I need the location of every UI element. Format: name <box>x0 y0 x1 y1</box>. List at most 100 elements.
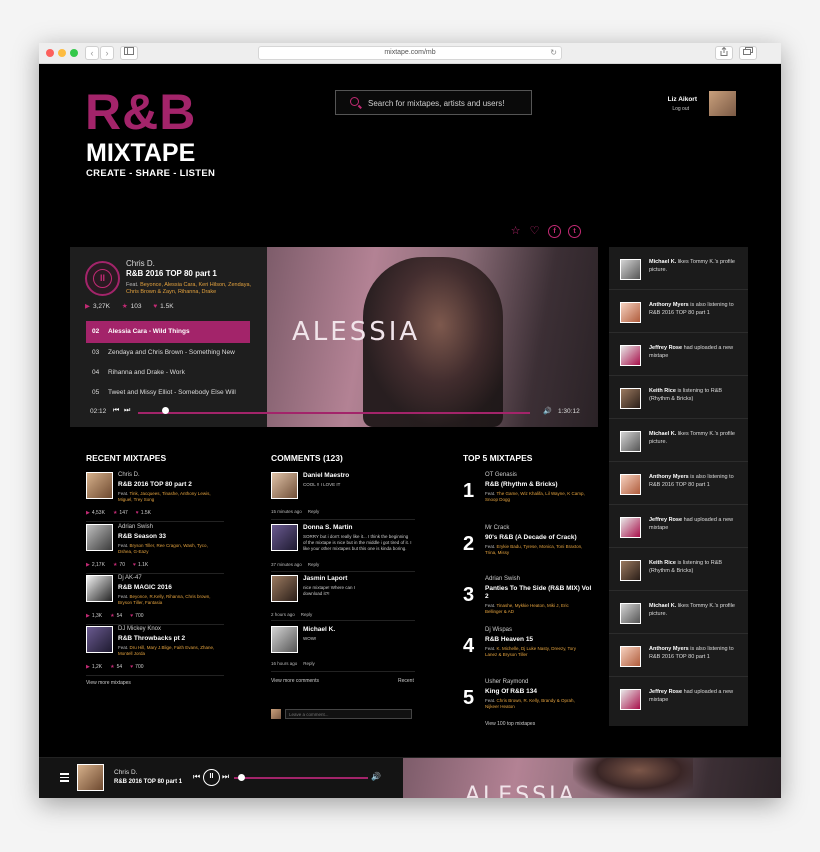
avatar[interactable] <box>620 345 641 366</box>
player-artist[interactable]: Chris D. <box>126 259 155 268</box>
previous-icon[interactable]: ⏮ <box>193 772 200 782</box>
mixtape-title[interactable]: R&B Throwbacks pt 2 <box>118 635 185 642</box>
activity-item[interactable]: Anthony Myers is also listening to R&B 2… <box>609 634 748 677</box>
mixtape-title[interactable]: R&B (Rhythm & Bricks) <box>485 481 593 489</box>
comment-author[interactable]: Donna S. Martin <box>303 524 352 531</box>
menu-icon[interactable] <box>60 773 69 782</box>
tabs-button[interactable] <box>739 46 757 60</box>
mixtape-card[interactable]: Dj AK-47 R&B MAGIC 2016 Feat. Beyonce, R… <box>86 575 224 625</box>
track-item[interactable]: 02 Alessia Cara - Wild Things <box>86 321 250 343</box>
stars-stat[interactable]: ★ 103 <box>122 302 142 310</box>
forward-button[interactable]: › <box>100 46 114 60</box>
avatar[interactable] <box>620 388 641 409</box>
next-icon[interactable]: ⏭ <box>222 772 229 782</box>
activity-item[interactable]: Jeffrey Rose had uploaded a new mixtape <box>609 333 748 376</box>
comment-author[interactable]: Jasmin Laport <box>303 575 347 582</box>
mixtape-title[interactable]: Panties To The Side (R&B MIX) Vol 2 <box>485 585 593 601</box>
mixtape-artist[interactable]: OT Genasis <box>485 472 517 478</box>
view-more-mixtapes-link[interactable]: View more mixtapes <box>86 680 131 686</box>
view-more-comments-link[interactable]: View more comments <box>271 678 319 684</box>
search-box[interactable] <box>335 90 532 115</box>
logout-link[interactable]: Log out <box>649 106 689 112</box>
progress-bar[interactable] <box>138 412 530 414</box>
reply-link[interactable]: Reply <box>303 661 315 666</box>
address-bar[interactable]: mixtape.com/mb ↻ <box>258 46 562 60</box>
mixtape-title[interactable]: R&B 2016 TOP 80 part 2 <box>118 481 192 488</box>
avatar[interactable] <box>620 259 641 280</box>
mixtape-card[interactable]: Chris D. R&B 2016 TOP 80 part 2 Feat. Ti… <box>86 472 224 522</box>
pause-icon[interactable]: II <box>93 269 112 288</box>
close-window-button[interactable] <box>46 49 54 57</box>
previous-icon[interactable]: ⏮ <box>113 407 119 415</box>
top-mixtape-item[interactable]: 1 OT Genasis R&B (Rhythm & Bricks) Feat.… <box>463 472 593 524</box>
top-mixtape-item[interactable]: 2 Mr Crack 90's R&B (A Decade of Crack) … <box>463 525 593 577</box>
user-avatar[interactable] <box>709 91 736 116</box>
comment-input[interactable] <box>285 709 412 719</box>
activity-item[interactable]: Keith Rice is listening to R&B (Rhythm &… <box>609 548 748 591</box>
mini-progress-bar[interactable] <box>234 777 368 779</box>
mixtape-card[interactable]: DJ Mickey Knox R&B Throwbacks pt 2 Feat.… <box>86 626 224 676</box>
avatar[interactable] <box>620 560 641 581</box>
mixtape-title[interactable]: R&B Heaven 15 <box>485 636 593 644</box>
heart-icon[interactable]: ♡ <box>528 225 541 238</box>
activity-item[interactable]: Anthony Myers is also listening to R&B 2… <box>609 290 748 333</box>
activity-item[interactable]: Keith Rice is listening to R&B (Rhythm &… <box>609 376 748 419</box>
reply-link[interactable]: Reply <box>308 509 320 514</box>
star-icon[interactable]: ☆ <box>509 225 522 238</box>
activity-item[interactable]: Michael K. likes Tommy K.'s profile pict… <box>609 591 748 634</box>
twitter-icon[interactable]: t <box>568 225 581 238</box>
avatar[interactable] <box>271 524 298 551</box>
user-name[interactable]: Liz Aikort <box>649 96 697 103</box>
mixtape-title[interactable]: King Of R&B 134 <box>485 688 593 696</box>
mixtape-artist[interactable]: Adrian Swish <box>118 524 153 530</box>
mixtape-artist[interactable]: DJ Mickey Knox <box>118 626 161 632</box>
activity-item[interactable]: Jeffrey Rose had uploaded a new mixtape <box>609 677 748 720</box>
mixtape-disc[interactable]: II <box>85 261 120 296</box>
mini-player-title[interactable]: R&B 2016 TOP 80 part 1 <box>114 779 182 785</box>
avatar[interactable] <box>620 302 641 323</box>
mini-player-artist[interactable]: Chris D. <box>114 769 137 776</box>
avatar[interactable] <box>271 472 298 499</box>
track-item[interactable]: 04 Rihanna and Drake - Work <box>86 363 250 383</box>
reload-icon[interactable]: ↻ <box>550 47 557 59</box>
mini-progress-handle[interactable] <box>237 774 245 781</box>
recent-sort-link[interactable]: Recent <box>398 678 414 684</box>
avatar[interactable] <box>620 517 641 538</box>
player-title[interactable]: R&B 2016 TOP 80 part 1 <box>126 269 217 278</box>
activity-item[interactable]: Anthony Myers is also listening to R&B 2… <box>609 462 748 505</box>
minimize-window-button[interactable] <box>58 49 66 57</box>
mixtape-artist[interactable]: Mr Crack <box>485 525 509 531</box>
track-item[interactable]: 03 Zendaya and Chris Brown - Something Ne… <box>86 343 250 363</box>
mixtape-artist[interactable]: Chris D. <box>118 472 140 478</box>
facebook-icon[interactable]: f <box>548 225 561 238</box>
mixtape-card[interactable]: Adrian Swish R&B Season 33 Feat. Bryson … <box>86 524 224 574</box>
mixtape-title[interactable]: 90's R&B (A Decade of Crack) <box>485 534 593 542</box>
mixtape-thumbnail[interactable] <box>86 626 113 653</box>
comment-author[interactable]: Daniel Maestro <box>303 472 349 479</box>
mixtape-artist[interactable]: Dj Wispas <box>485 627 512 633</box>
top-mixtape-item[interactable]: 3 Adrian Swish Panties To The Side (R&B … <box>463 576 593 628</box>
avatar[interactable] <box>620 689 641 710</box>
mixtape-artist[interactable]: Usher Raymond <box>485 679 528 685</box>
mixtape-thumbnail[interactable] <box>86 472 113 499</box>
sidebar-toggle-button[interactable] <box>120 46 138 60</box>
volume-icon[interactable]: 🔊 <box>543 407 552 415</box>
activity-item[interactable]: Michael K. likes Tommy K.'s profile pict… <box>609 247 748 290</box>
avatar[interactable] <box>620 474 641 495</box>
pause-button[interactable]: II <box>203 769 220 786</box>
zoom-window-button[interactable] <box>70 49 78 57</box>
search-input[interactable] <box>368 94 528 112</box>
mixtape-title[interactable]: R&B Season 33 <box>118 533 166 540</box>
view-top-mixtapes-link[interactable]: View 100 top mixtapes <box>485 721 535 727</box>
top-mixtape-item[interactable]: 4 Dj Wispas R&B Heaven 15 Feat. K. Miche… <box>463 627 593 679</box>
mixtape-title[interactable]: R&B MAGIC 2016 <box>118 584 172 591</box>
logo-sub[interactable]: MIXTAPE <box>86 138 195 168</box>
likes-stat[interactable]: ♥ 1.5K <box>153 303 173 310</box>
back-button[interactable]: ‹ <box>85 46 99 60</box>
avatar[interactable] <box>620 431 641 452</box>
progress-handle[interactable] <box>162 406 170 414</box>
mini-player-thumbnail[interactable] <box>77 764 104 791</box>
mixtape-thumbnail[interactable] <box>86 524 113 551</box>
avatar[interactable] <box>620 646 641 667</box>
avatar[interactable] <box>271 575 298 602</box>
